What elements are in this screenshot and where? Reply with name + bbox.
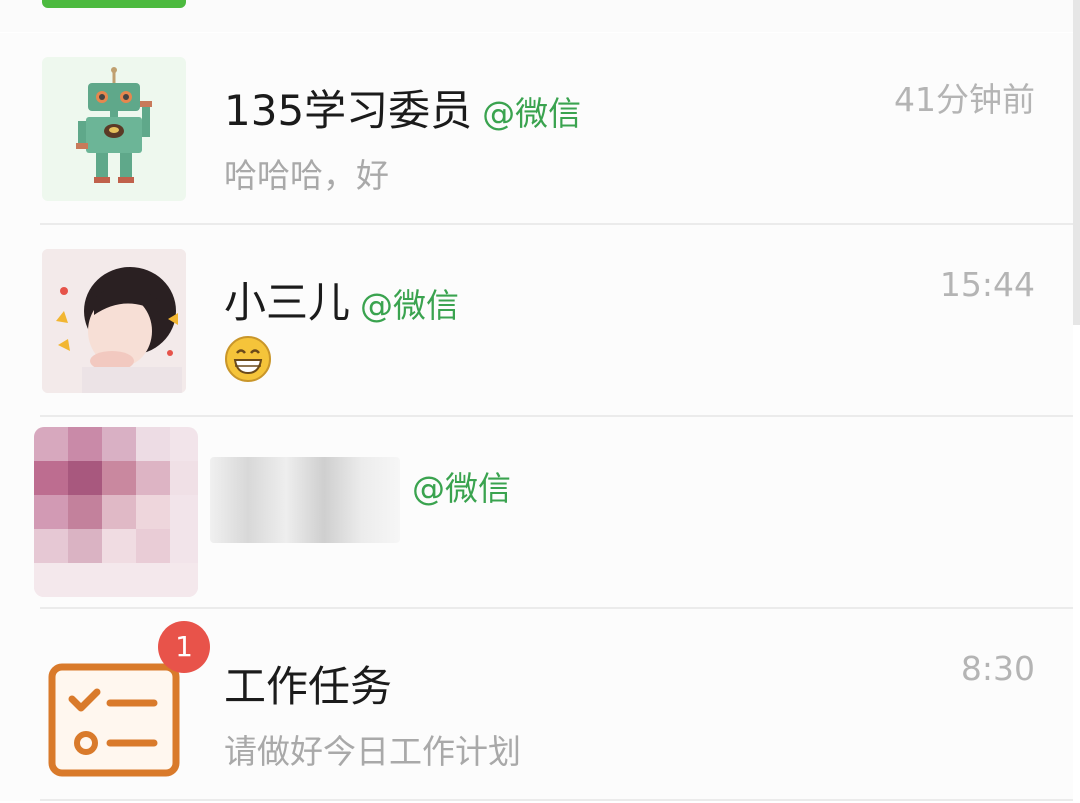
previous-item-strip — [0, 0, 1080, 32]
chat-name: 工作任务 — [224, 662, 393, 711]
chat-time: 41分钟前 — [894, 80, 1035, 119]
chat-name: 小三儿 — [224, 278, 351, 327]
grin-emoji-icon — [224, 335, 272, 383]
robot-avatar — [42, 57, 186, 201]
chat-item-xiaosaner[interactable]: 小三儿 @微信 15:44 — [0, 225, 1073, 417]
top-green-button[interactable] — [42, 0, 186, 8]
unread-badge: 1 — [158, 621, 210, 673]
chat-title: 工作任务 — [224, 653, 392, 714]
chat-time: 8:30 — [960, 649, 1035, 688]
chat-item-blurred[interactable]: @微信 — [0, 417, 1073, 609]
scrollbar[interactable] — [1073, 0, 1080, 325]
chat-tag: @微信 — [482, 94, 582, 133]
chat-title: 小三儿 @微信 — [224, 269, 459, 330]
blurred-name — [210, 457, 400, 543]
blurred-avatar — [34, 427, 198, 597]
chat-item-work-tasks[interactable]: 1 工作任务 8:30 请做好今日工作计划 — [0, 609, 1073, 801]
photo-graphic — [42, 249, 186, 393]
chat-preview: 哈哈哈，好 — [224, 156, 389, 195]
chat-title: @微信 — [402, 461, 511, 510]
girl-photo-avatar — [42, 249, 186, 393]
chat-tag: @微信 — [412, 469, 511, 508]
chat-preview: 请做好今日工作计划 — [224, 732, 521, 771]
chat-time: 15:44 — [939, 265, 1035, 304]
chat-tag: @微信 — [360, 286, 460, 325]
robot-icon — [76, 67, 152, 183]
chat-item-135[interactable]: 135学习委员 @微信 41分钟前 哈哈哈，好 — [0, 33, 1073, 225]
divider — [40, 799, 1073, 801]
chat-name: 135学习委员 — [224, 86, 473, 135]
chat-title: 135学习委员 @微信 — [224, 77, 581, 138]
